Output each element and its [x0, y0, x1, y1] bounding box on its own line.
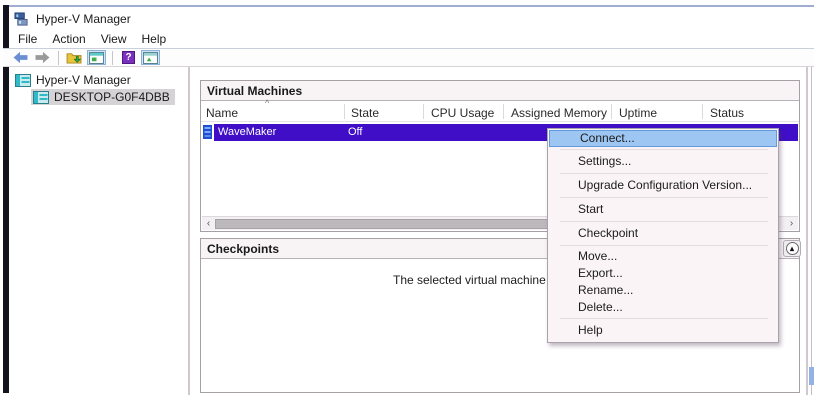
vm-state-cell: Off — [348, 124, 362, 141]
scroll-right-icon[interactable]: › — [785, 217, 798, 230]
tree-item-label: DESKTOP-G0F4DBB — [54, 90, 170, 104]
action-pane-window-icon[interactable] — [141, 50, 160, 65]
console-window-icon[interactable] — [87, 50, 106, 65]
menu-separator — [560, 173, 768, 174]
console-tree-icon — [15, 74, 31, 87]
console-tree: Hyper-V Manager DESKTOP-G0F4DBB — [9, 67, 187, 395]
menu-item-start[interactable]: Start — [548, 200, 778, 219]
tree-item-label: Hyper-V Manager — [36, 73, 131, 87]
menu-separator — [560, 197, 768, 198]
window-top-border — [3, 5, 814, 7]
virtual-machines-header: Virtual Machines — [201, 81, 799, 101]
open-folder-icon[interactable] — [65, 50, 84, 65]
menu-file[interactable]: File — [18, 32, 37, 46]
tree-item-host-selected[interactable]: DESKTOP-G0F4DBB — [31, 89, 175, 105]
menu-item-delete[interactable]: Delete... — [548, 299, 778, 316]
panel-title: Checkpoints — [207, 242, 279, 256]
hyperv-manager-window: Hyper-V Manager File Action View Help — [0, 0, 814, 403]
scrollbar-thumb[interactable] — [215, 219, 553, 229]
column-divider[interactable] — [611, 104, 612, 119]
hyperv-app-icon — [14, 12, 29, 27]
sort-ascending-icon: ^ — [265, 98, 269, 108]
column-divider[interactable] — [503, 104, 504, 119]
column-header-state[interactable]: State — [351, 106, 379, 120]
menu-item-export[interactable]: Export... — [548, 265, 778, 282]
column-header-memory[interactable]: Assigned Memory — [511, 106, 607, 120]
menu-separator — [560, 318, 768, 319]
vm-table-header: ^ Name State CPU Usage Assigned Memory U… — [201, 101, 799, 122]
menu-item-settings[interactable]: Settings... — [548, 152, 778, 171]
vm-name-cell: WaveMaker — [218, 124, 276, 141]
column-header-cpu[interactable]: CPU Usage — [431, 106, 494, 120]
menu-item-rename[interactable]: Rename... — [548, 282, 778, 299]
back-arrow-icon[interactable] — [11, 50, 30, 65]
menu-item-upgrade-configuration-version[interactable]: Upgrade Configuration Version... — [548, 176, 778, 195]
column-header-uptime[interactable]: Uptime — [619, 106, 657, 120]
toolbar-divider — [112, 51, 113, 65]
tree-pane-divider[interactable] — [188, 67, 190, 395]
toolbar-divider — [58, 51, 59, 65]
menu-separator — [560, 221, 768, 222]
panel-title: Virtual Machines — [207, 84, 302, 98]
menu-bar: File Action View Help — [9, 30, 814, 48]
forward-arrow-icon[interactable] — [33, 50, 52, 65]
right-edge-scroll-fragment — [809, 367, 814, 385]
host-server-icon — [33, 91, 49, 104]
column-header-name[interactable]: Name — [206, 106, 238, 120]
tree-item-hyperv-manager[interactable]: Hyper-V Manager — [15, 72, 131, 88]
collapse-arrow-icon: ▴ — [786, 242, 799, 255]
column-divider[interactable] — [423, 104, 424, 119]
window-right-edge — [811, 67, 812, 395]
virtual-machine-icon — [203, 125, 212, 139]
scroll-left-icon[interactable]: ‹ — [202, 217, 215, 230]
column-header-status[interactable]: Status — [710, 106, 744, 120]
menu-item-connect[interactable]: Connect... — [549, 130, 777, 147]
menu-item-move[interactable]: Move... — [548, 248, 778, 265]
toolbar: ? — [3, 48, 814, 67]
title-bar: Hyper-V Manager — [10, 8, 131, 30]
menu-item-checkpoint[interactable]: Checkpoint — [548, 224, 778, 243]
action-pane-divider — [806, 67, 808, 395]
window-title: Hyper-V Manager — [36, 12, 131, 26]
help-question-glyph: ? — [122, 51, 135, 64]
menu-help[interactable]: Help — [142, 32, 167, 46]
menu-item-help[interactable]: Help — [548, 321, 778, 340]
column-divider[interactable] — [344, 104, 345, 119]
menu-separator — [560, 245, 768, 246]
menu-action[interactable]: Action — [52, 32, 85, 46]
collapse-panel-button[interactable]: ▴ — [783, 240, 801, 257]
vm-context-menu: Connect... Settings... Upgrade Configura… — [547, 128, 779, 343]
help-icon[interactable]: ? — [119, 50, 138, 65]
column-divider[interactable] — [702, 104, 703, 119]
menu-separator — [560, 149, 768, 150]
menu-view[interactable]: View — [101, 32, 127, 46]
